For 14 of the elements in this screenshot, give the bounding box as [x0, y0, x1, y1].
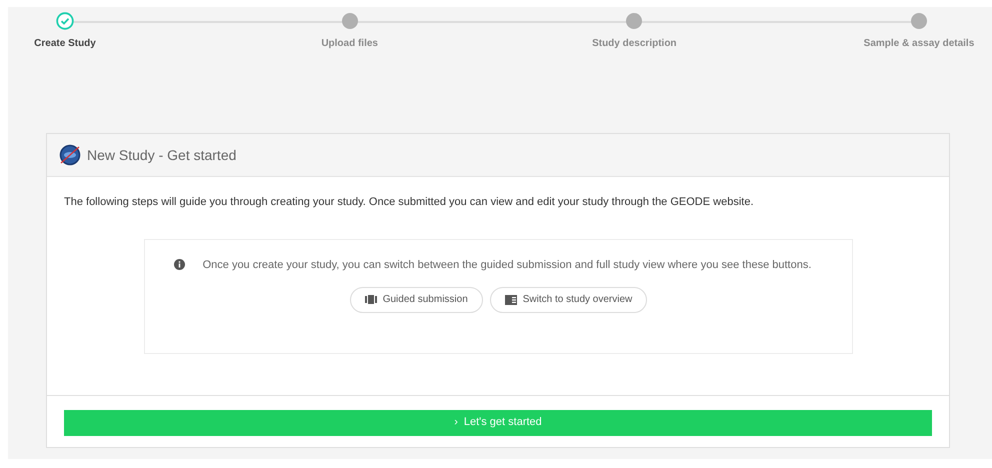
- logo-icon: [59, 144, 81, 166]
- info-text: Once you create your study, you can switch between the guided submission and full study view where you see these buttons.: [202, 258, 812, 272]
- outline-button[interactable]: Guided submission: [350, 286, 483, 312]
- outline-button[interactable]: Switch to study overview: [490, 286, 648, 312]
- panel-icon: [504, 294, 517, 304]
- intro-text: The following steps will guide you through creating your study. Once submitted you can view and edit your study through the GEODE website.: [64, 195, 754, 210]
- step-label: Create Study: [34, 37, 96, 51]
- step-label: Study description: [592, 37, 677, 51]
- step-label: Sample & assay details: [864, 37, 974, 51]
- step-label: Upload files: [321, 37, 378, 51]
- columns-icon: [364, 295, 377, 304]
- chevron-icon: ›: [454, 414, 458, 431]
- info-icon: [174, 258, 184, 270]
- card-title: New Study - Get started: [87, 146, 236, 165]
